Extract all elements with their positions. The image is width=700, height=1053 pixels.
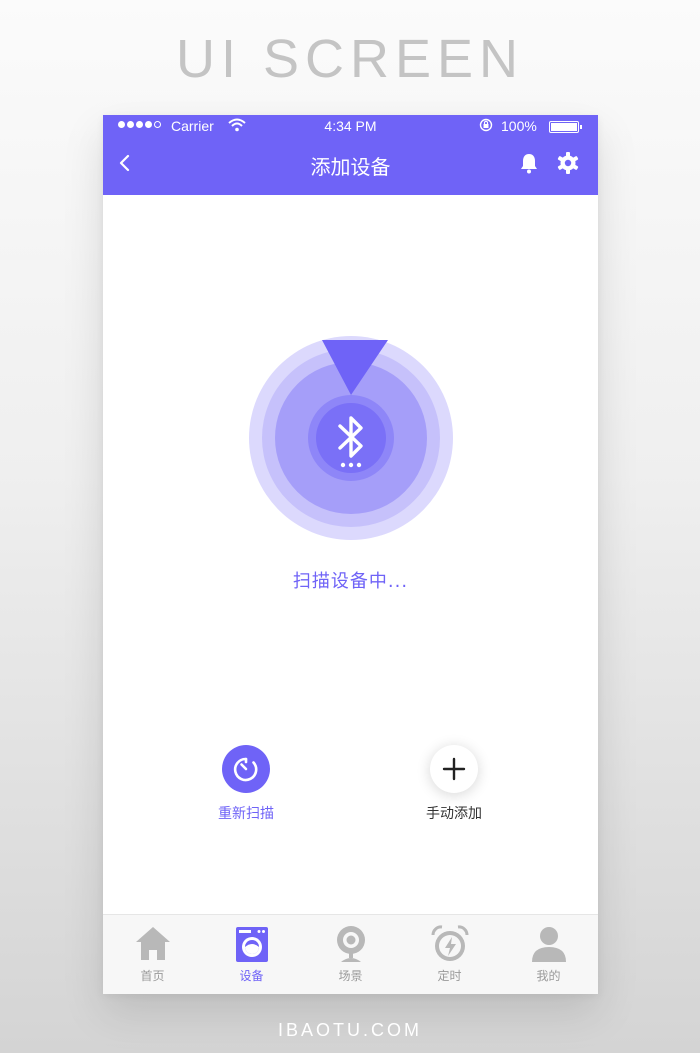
manual-add-button[interactable]: 手动添加 <box>394 745 514 823</box>
rotation-lock-icon <box>479 118 493 132</box>
bottom-tab-bar: 首页 设备 场景 定时 我的 <box>103 914 598 994</box>
manual-add-label: 手动添加 <box>426 806 482 822</box>
washing-machine-icon <box>235 927 268 962</box>
tab-label: 我的 <box>536 969 561 983</box>
alarm-clock-icon <box>430 925 469 961</box>
refresh-timer-icon <box>233 757 258 782</box>
status-bar: Carrier 4:34 PM 100% <box>103 115 598 137</box>
home-icon <box>135 927 170 960</box>
user-icon <box>531 927 566 962</box>
gear-icon[interactable] <box>556 151 580 175</box>
bluetooth-scan-radar <box>249 336 453 540</box>
bell-icon[interactable] <box>518 152 540 174</box>
nav-bar: 添加设备 <box>103 143 598 187</box>
tab-label: 首页 <box>140 969 165 983</box>
scan-status-text: 扫描设备中... <box>292 571 409 592</box>
tab-label: 设备 <box>239 969 264 983</box>
app-header: Carrier 4:34 PM 100% 添加设备 <box>103 115 598 195</box>
rescan-button[interactable]: 重新扫描 <box>186 745 306 823</box>
tab-scenes[interactable]: 场景 <box>301 915 400 994</box>
banner-title: UI SCREEN <box>175 29 525 89</box>
tab-home[interactable]: 首页 <box>103 915 202 994</box>
tab-timer[interactable]: 定时 <box>400 915 499 994</box>
phone-screen: Carrier 4:34 PM 100% 添加设备 扫描设备中... 重新扫描 … <box>103 115 598 994</box>
tab-label: 场景 <box>338 969 363 983</box>
footer-watermark: IBAOTU.COM <box>277 1020 422 1040</box>
tab-devices[interactable]: 设备 <box>202 915 301 994</box>
battery-percent: 100% <box>501 118 537 134</box>
camera-icon <box>336 926 365 962</box>
tab-label: 定时 <box>437 969 462 983</box>
battery-icon <box>549 121 582 133</box>
tab-profile[interactable]: 我的 <box>499 915 598 994</box>
plus-icon <box>442 757 466 781</box>
rescan-label: 重新扫描 <box>218 806 274 822</box>
